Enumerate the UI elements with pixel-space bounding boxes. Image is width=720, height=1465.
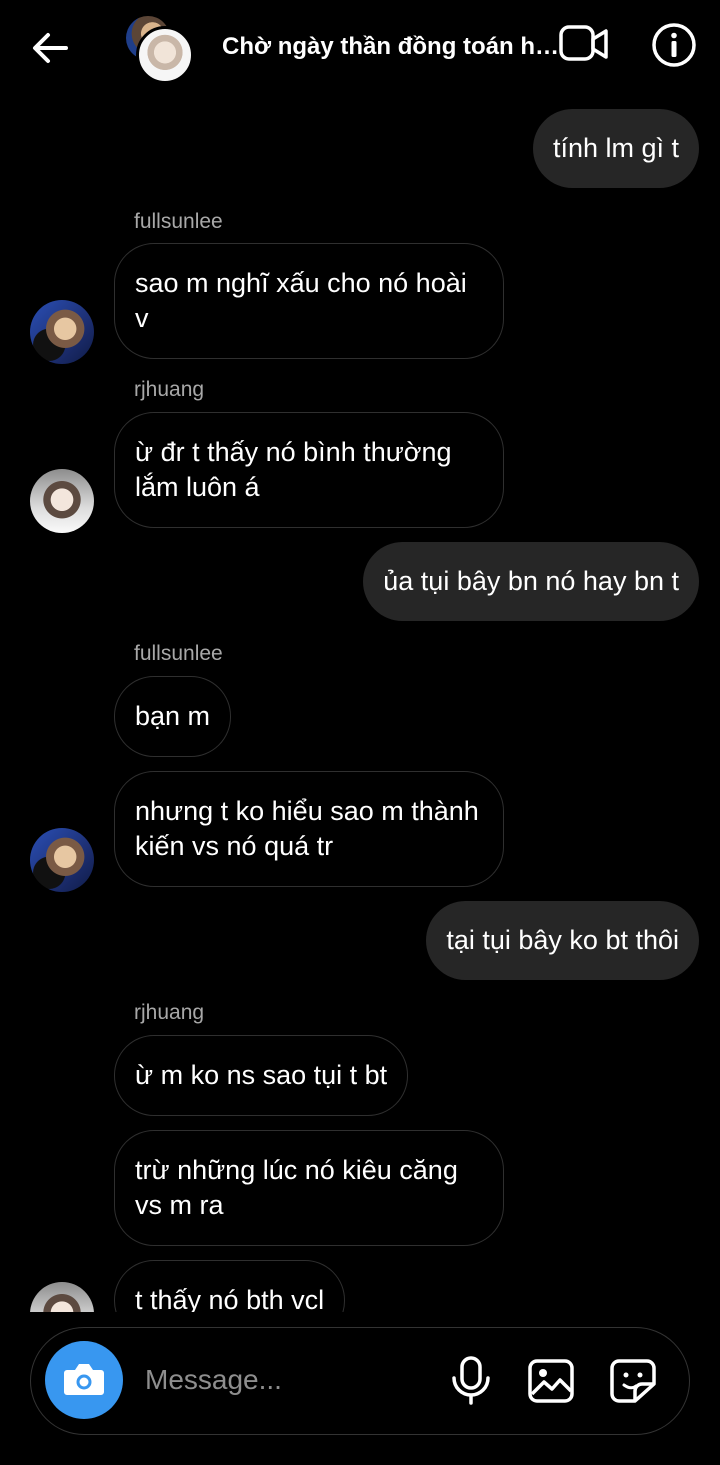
- incoming-message[interactable]: ừ m ko ns sao tụi t bt: [114, 1035, 409, 1116]
- avatar[interactable]: [30, 300, 94, 364]
- info-icon[interactable]: [651, 22, 697, 68]
- outgoing-message[interactable]: tại tụi bây ko bt thôi: [426, 901, 699, 980]
- avatar[interactable]: [30, 828, 94, 892]
- arrow-left-icon[interactable]: [28, 26, 72, 70]
- incoming-message[interactable]: sao m nghĩ xấu cho nó hoài v: [114, 243, 504, 359]
- sender-name: fullsunlee: [134, 210, 223, 233]
- image-gallery-icon[interactable]: [527, 1358, 575, 1404]
- member-avatar-front: [136, 26, 194, 84]
- group-avatar[interactable]: [124, 14, 196, 84]
- incoming-message[interactable]: trừ những lúc nó kiêu căng vs m ra: [114, 1130, 504, 1246]
- chat-title[interactable]: Chờ ngày thần đồng toán h…: [222, 33, 562, 61]
- chat-header: Chờ ngày thần đồng toán h…: [0, 0, 720, 100]
- message-input[interactable]: Message...: [145, 1364, 282, 1396]
- avatar[interactable]: [30, 1282, 94, 1312]
- sticker-icon[interactable]: [609, 1358, 657, 1404]
- incoming-message[interactable]: ừ đr t thấy nó bình thường lắm luôn á: [114, 412, 504, 528]
- outgoing-message[interactable]: tính lm gì t: [532, 109, 699, 188]
- incoming-message[interactable]: t thấy nó bth vcl: [114, 1260, 346, 1312]
- avatar[interactable]: [30, 469, 94, 533]
- sender-name: fullsunlee: [134, 642, 223, 665]
- message-thread[interactable]: tính lm gì t fullsunlee sao m nghĩ xấu c…: [0, 100, 720, 1312]
- outgoing-message[interactable]: ủa tụi bây bn nó hay bn t: [363, 542, 699, 621]
- video-camera-icon[interactable]: [558, 22, 610, 66]
- microphone-icon[interactable]: [449, 1356, 493, 1406]
- camera-button[interactable]: [45, 1341, 123, 1419]
- message-composer: Message...: [30, 1327, 690, 1435]
- sender-name: rjhuang: [134, 1001, 205, 1024]
- incoming-message[interactable]: bạn m: [114, 676, 232, 757]
- incoming-message[interactable]: nhưng t ko hiểu sao m thành kiến vs nó q…: [114, 771, 504, 887]
- sender-name: rjhuang: [134, 378, 205, 401]
- camera-icon: [64, 1364, 104, 1395]
